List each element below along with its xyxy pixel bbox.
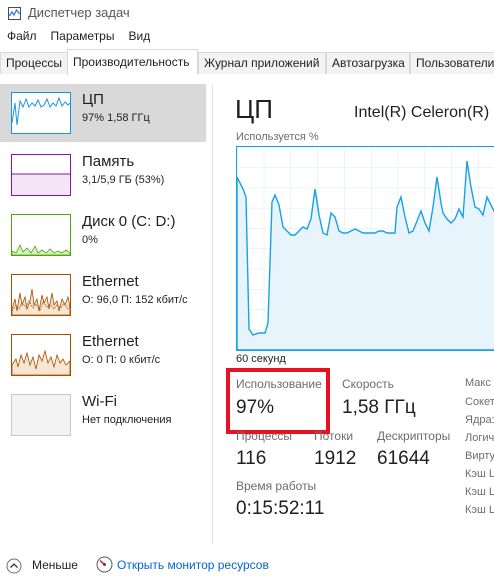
task-manager-icon: [8, 7, 21, 20]
side-label: Кэш L: [465, 504, 494, 516]
graph-time-label: 60 секунд: [236, 353, 286, 365]
wifi-thumbnail: [11, 394, 71, 436]
processes-label: Процессы: [236, 429, 293, 443]
page-title: ЦП: [235, 94, 273, 124]
cpu-graph-svg: [236, 147, 494, 351]
menu-options[interactable]: Параметры: [44, 29, 122, 47]
graph-top-label: Используется %: [236, 131, 319, 143]
cpu-model: Intel(R) Celeron(R): [354, 104, 490, 121]
menu-view[interactable]: Вид: [121, 29, 157, 47]
fewer-details-button[interactable]: Меньше: [32, 558, 78, 572]
resource-detail: 97% 1,58 ГГц: [82, 112, 150, 124]
resource-item-wifi[interactable]: Wi-Fi Нет подключения: [0, 386, 206, 444]
tab-app-history[interactable]: Журнал приложений: [198, 52, 326, 74]
footer: Меньше Открыть монитор ресурсов: [0, 550, 494, 580]
resource-detail: О: 96,0 П: 152 кбит/с: [82, 294, 188, 306]
resource-item-cpu[interactable]: ЦП 97% 1,58 ГГц: [0, 84, 206, 142]
tab-bar: Процессы Производительность Журнал прило…: [0, 49, 494, 75]
window-title: Диспетчер задач: [28, 5, 130, 20]
ethernet-1-thumbnail: [11, 274, 71, 316]
uptime-label: Время работы: [236, 479, 317, 493]
cpu-usage-graph: [236, 146, 494, 351]
handles-value: 61644: [377, 448, 430, 469]
side-label: Сокет: [465, 396, 494, 408]
resource-item-memory[interactable]: Память 3,1/5,9 ГБ (53%): [0, 146, 206, 204]
resource-detail: 0%: [82, 234, 98, 246]
resource-list: ЦП 97% 1,58 ГГц Память 3,1/5,9 ГБ (53%) …: [0, 84, 212, 544]
side-label: Кэш L: [465, 486, 494, 498]
menu-bar: Файл Параметры Вид: [0, 29, 157, 47]
chevron-up-icon[interactable]: [6, 558, 22, 574]
resource-item-disk[interactable]: Диск 0 (C: D:) 0%: [0, 206, 206, 264]
panel-divider[interactable]: [212, 84, 213, 544]
handles-label: Дескрипторы: [377, 429, 451, 443]
resource-name: Память: [82, 153, 135, 170]
side-label: Вирту: [465, 450, 494, 462]
resource-monitor-icon: [96, 556, 113, 573]
resource-name: Ethernet: [82, 273, 139, 290]
resource-detail: Нет подключения: [82, 414, 172, 426]
tab-users[interactable]: Пользователи: [410, 52, 494, 74]
resource-detail: О: 0 П: 0 кбит/с: [82, 354, 161, 366]
resource-name: Ethernet: [82, 333, 139, 350]
disk-thumbnail: [11, 214, 71, 256]
side-label: Логич: [465, 432, 494, 444]
side-label: Кэш L: [465, 468, 494, 480]
threads-value: 1912: [314, 448, 357, 469]
processes-value: 116: [236, 448, 267, 469]
tab-processes[interactable]: Процессы: [0, 52, 68, 74]
resource-name: Wi-Fi: [82, 393, 117, 410]
speed-label: Скорость: [342, 377, 394, 391]
ethernet-2-thumbnail: [11, 334, 71, 376]
usage-label: Использование: [236, 377, 322, 391]
memory-thumbnail: [11, 154, 71, 196]
open-resource-monitor-link[interactable]: Открыть монитор ресурсов: [117, 558, 269, 572]
usage-value: 97%: [236, 397, 275, 418]
resource-name: ЦП: [82, 91, 104, 108]
side-label: Макс: [465, 377, 491, 389]
menu-file[interactable]: Файл: [0, 29, 44, 47]
resource-item-ethernet-1[interactable]: Ethernet О: 96,0 П: 152 кбит/с: [0, 266, 206, 324]
title-bar[interactable]: Диспетчер задач: [0, 0, 494, 27]
tab-startup[interactable]: Автозагрузка: [326, 52, 410, 74]
resource-name: Диск 0 (C: D:): [82, 213, 176, 230]
side-label: Ядра:: [465, 414, 494, 426]
speed-value: 1,58 ГГц: [342, 397, 416, 418]
uptime-value: 0:15:52:11: [236, 498, 325, 519]
resource-detail: 3,1/5,9 ГБ (53%): [82, 174, 165, 186]
resource-item-ethernet-2[interactable]: Ethernet О: 0 П: 0 кбит/с: [0, 326, 206, 384]
threads-label: Потоки: [314, 429, 354, 443]
cpu-thumbnail: [11, 92, 71, 134]
tab-performance[interactable]: Производительность: [67, 49, 198, 75]
